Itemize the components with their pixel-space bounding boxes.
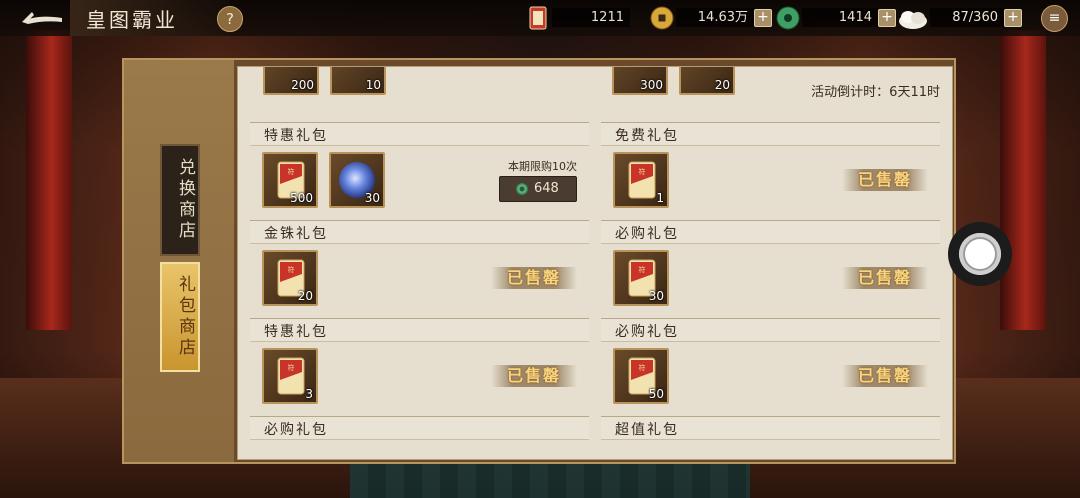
page-title: 皇图霸业 — [86, 8, 178, 32]
reward-slot[interactable]: 30 — [329, 152, 385, 208]
gift-pack-list[interactable]: 活动倒计时：6天11时 200 10 300 20 特惠礼包 符 500 30 … — [237, 66, 953, 460]
item-quantity: 3 — [305, 387, 313, 401]
back-arrow-icon[interactable] — [18, 6, 66, 30]
item-quantity: 500 — [290, 191, 313, 205]
item-quantity: 50 — [648, 387, 664, 401]
top-bar: 皇图霸业 ? 1211 14.63万 + 1414 + 87/360 + ≡ — [0, 0, 1080, 36]
item-quantity: 1 — [656, 191, 664, 205]
svg-text:符: 符 — [288, 167, 295, 176]
gift-pack-card: 必购礼包 符 50 已售罄 — [601, 318, 940, 416]
menu-list-icon[interactable]: ≡ — [1041, 5, 1068, 32]
partial-item-slot: 10 — [330, 67, 386, 95]
jade-icon — [516, 183, 528, 195]
event-countdown: 活动倒计时：6天11时 — [811, 85, 940, 100]
svg-text:符: 符 — [639, 167, 646, 176]
pack-name: 必购礼包 — [615, 324, 679, 340]
pack-name: 必购礼包 — [615, 226, 679, 242]
red-scroll-icon: 符 — [628, 161, 656, 199]
pack-header: 超值礼包 — [601, 416, 940, 440]
item-quantity: 200 — [291, 78, 314, 92]
tab-exchange-shop[interactable]: 兑换商店 — [160, 144, 200, 256]
gift-pack-card: 金铢礼包 符 20 已售罄 — [250, 220, 589, 318]
help-button[interactable]: ? — [217, 6, 243, 32]
scroll-count: 1211 — [552, 8, 630, 27]
purchase-limit: 本期限购10次 — [508, 160, 577, 173]
pack-name: 特惠礼包 — [264, 128, 328, 144]
reward-slot[interactable]: 符 1 — [613, 152, 669, 208]
sold-out-label: 已售罄 — [491, 267, 577, 289]
pack-header: 必购礼包 — [250, 416, 589, 440]
item-quantity: 20 — [297, 289, 313, 303]
reward-slot[interactable]: 符 30 — [613, 250, 669, 306]
reward-slot[interactable]: 符 50 — [613, 348, 669, 404]
gift-pack-card: 超值礼包 — [601, 416, 940, 456]
pack-name: 必购礼包 — [264, 422, 328, 438]
gold-coin-icon — [650, 6, 674, 30]
sold-out-label: 已售罄 — [842, 267, 928, 289]
stamina-count: 87/360 — [930, 8, 1004, 27]
svg-text:符: 符 — [288, 265, 295, 274]
price-value: 648 — [534, 181, 559, 196]
pack-header: 免费礼包 — [601, 122, 940, 146]
floating-assist-button[interactable] — [948, 222, 1012, 286]
add-stamina-button[interactable]: + — [1004, 9, 1022, 27]
gift-pack-card: 特惠礼包 符 500 30 本期限购10次 648 — [250, 122, 589, 220]
steamed-bun-icon — [899, 11, 927, 29]
pack-name: 免费礼包 — [615, 128, 679, 144]
reward-slot[interactable]: 符 20 — [262, 250, 318, 306]
pack-name: 超值礼包 — [615, 422, 679, 438]
pack-header: 特惠礼包 — [250, 318, 589, 342]
item-quantity: 20 — [714, 78, 730, 92]
gift-pack-card: 免费礼包 符 1 已售罄 — [601, 122, 940, 220]
reward-slot[interactable]: 符 3 — [262, 348, 318, 404]
jade-count: 1414 — [802, 8, 878, 27]
red-scroll-icon: 符 — [277, 357, 305, 395]
gift-pack-card: 必购礼包 — [250, 416, 589, 456]
red-scroll-icon — [529, 6, 547, 30]
partial-item-slot: 20 — [679, 67, 735, 95]
pack-header: 特惠礼包 — [250, 122, 589, 146]
add-jade-button[interactable]: + — [878, 9, 896, 27]
sold-out-label: 已售罄 — [842, 169, 928, 191]
pack-name: 特惠礼包 — [264, 324, 328, 340]
pack-header: 必购礼包 — [601, 318, 940, 342]
partial-item-slot: 300 — [612, 67, 668, 95]
reward-slot[interactable]: 符 500 — [262, 152, 318, 208]
gift-pack-card: 特惠礼包 符 3 已售罄 — [250, 318, 589, 416]
tab-gift-shop[interactable]: 礼包商店 — [160, 262, 200, 372]
pack-header: 必购礼包 — [601, 220, 940, 244]
pack-header: 金铢礼包 — [250, 220, 589, 244]
item-quantity: 30 — [648, 289, 664, 303]
buy-button[interactable]: 648 — [499, 176, 577, 202]
assist-dot-icon — [963, 237, 997, 271]
svg-text:符: 符 — [639, 363, 646, 372]
right-pillar — [1000, 30, 1046, 330]
item-quantity: 300 — [640, 78, 663, 92]
sold-out-label: 已售罄 — [842, 365, 928, 387]
partial-item-slot: 200 — [263, 67, 319, 95]
svg-text:符: 符 — [288, 363, 295, 372]
add-gold-button[interactable]: + — [754, 9, 772, 27]
svg-text:符: 符 — [639, 265, 646, 274]
sold-out-label: 已售罄 — [491, 365, 577, 387]
gift-pack-card: 必购礼包 符 30 已售罄 — [601, 220, 940, 318]
left-pillar — [26, 30, 72, 330]
gold-count: 14.63万 — [676, 8, 754, 27]
jade-icon — [776, 6, 800, 30]
item-quantity: 10 — [365, 78, 381, 92]
shop-sidebar — [124, 60, 234, 462]
item-quantity: 30 — [364, 191, 380, 205]
pack-name: 金铢礼包 — [264, 226, 328, 242]
